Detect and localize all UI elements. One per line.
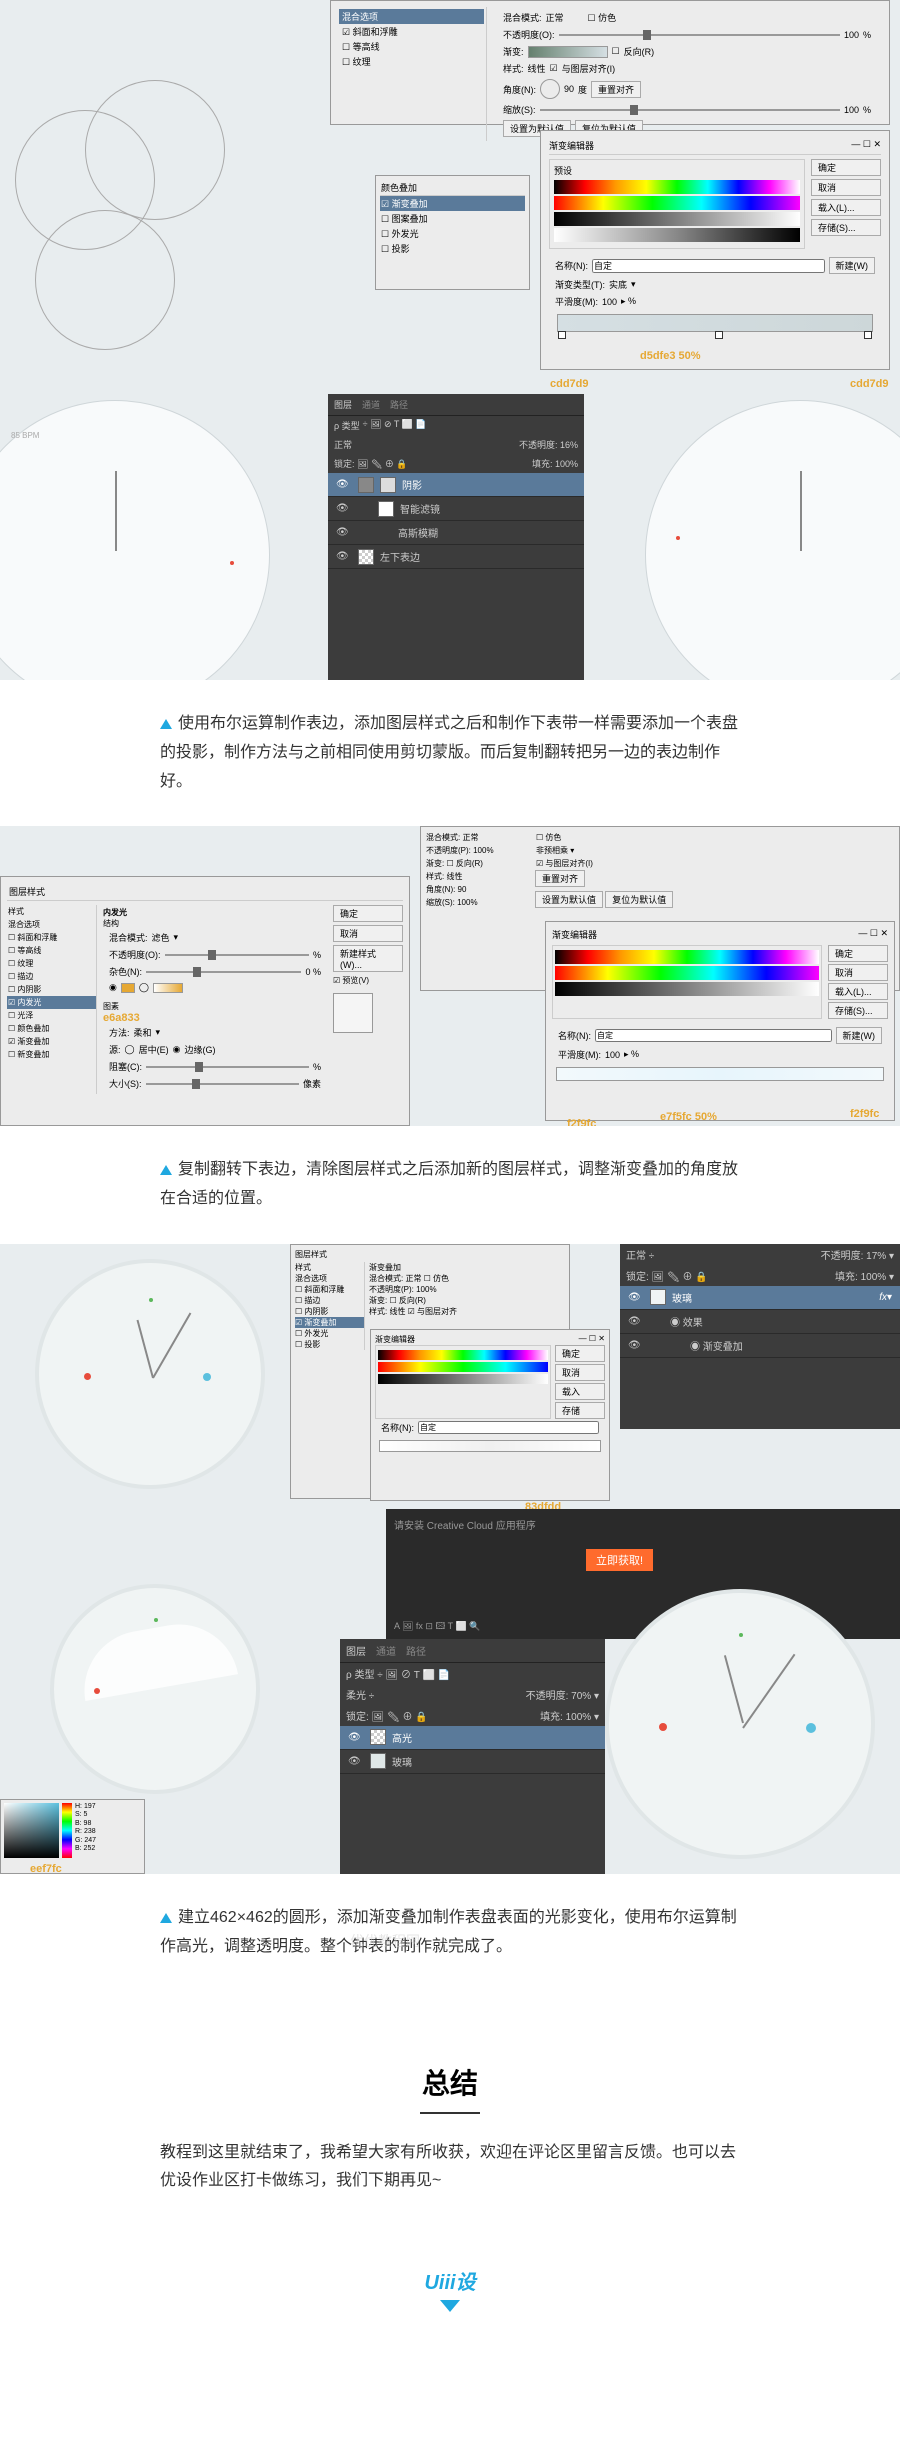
watch-face-right (645, 400, 900, 680)
channels-tab[interactable]: 通道 (362, 398, 380, 411)
cancel-button[interactable]: 取消 (811, 179, 881, 196)
watch-top-left (35, 1259, 265, 1489)
watch-bottom-right (605, 1589, 875, 1859)
footer: Uiii设 (0, 2226, 900, 2437)
style-list-panel: 颜色叠加 ☑ 渐变叠加 ☐ 图案叠加 ☐ 外发光 ☐ 投影 (375, 175, 530, 290)
color-label-cdd7d9-l: cdd7d9 (550, 378, 589, 390)
footer-logo: Uiii设 (0, 2266, 900, 2295)
layer-glass-2[interactable]: 👁 玻璃 (340, 1750, 605, 1774)
paths-tab[interactable]: 路径 (390, 398, 408, 411)
text-block-2: 复制翻转下表边，清除图层样式之后添加新的图层样式，调整渐变叠加的角度放在合适的位… (0, 1126, 900, 1244)
layers-panel: 图层 通道 路径 ρ 类型 ÷ 🖼 ⊘ T ⬜ 📄 正常 不透明度: 16% 锁… (328, 394, 584, 680)
gradient-editor-2: 渐变编辑器— ☐ ✕ 确定取消载入(L)...存储(S)... 名称(N): 新… (545, 921, 895, 1121)
color-label-cdd7d9-r: cdd7d9 (850, 378, 889, 390)
text-block-1: 使用布尔运算制作表边，添加图层样式之后和制作下表带一样需要添加一个表盘的投影，制… (0, 680, 900, 826)
layers-panel-3b: 图层 通道 路径 ρ 类型 ÷ 🖼 ⊘ T ⬜ 📄 柔光 ÷ 不透明度: 70%… (340, 1639, 605, 1874)
text-block-3: 建立462×462的圆形，添加渐变叠加制作表盘表面的光影变化，使用布尔运算制作高… (0, 1874, 900, 1992)
watch-face-left: 85 BPM (0, 400, 270, 680)
color-label-d5dfe3: d5dfe3 50% (640, 350, 701, 362)
color-picker: H: 197S: 5B: 98 R: 238G: 247B: 252 (0, 1799, 145, 1874)
layer-smart[interactable]: 👁 智能滤镜 (328, 497, 584, 521)
section1-image: 65806e 混合选项 ☑ 斜面和浮雕 ☐ 等高线 ☐ 纹理 混合模式:正常 ☐… (0, 0, 900, 680)
ok-button[interactable]: 确定 (811, 159, 881, 176)
summary-underline (420, 2112, 480, 2114)
layer-shadow[interactable]: 👁 阴影 (328, 473, 584, 497)
section3-image: 图层样式 样式混合选项☐ 斜面和浮雕☐ 描边☐ 内阴影 ☑ 渐变叠加☐ 外发光☐… (0, 1244, 900, 1874)
circle-sketch (15, 50, 215, 250)
triangle-marker (160, 1165, 172, 1175)
watch-bottom-left (50, 1584, 260, 1794)
load-button[interactable]: 载入(L)... (811, 199, 881, 216)
summary-title: 总结 (0, 2042, 900, 2112)
summary-section: 总结 教程到这里就结束了，我希望大家有所收获，欢迎在评论区里留言反馈。也可以去优… (0, 1992, 900, 2227)
triangle-marker (160, 719, 172, 729)
down-triangle-icon (440, 2300, 460, 2312)
layers-tab[interactable]: 图层 (334, 398, 352, 411)
layer-style-panel-top: 混合选项 ☑ 斜面和浮雕 ☐ 等高线 ☐ 纹理 混合模式:正常 ☐ 仿色 不透明… (330, 0, 890, 125)
section2-image: 图层样式 样式 混合选项 ☐ 斜面和浮雕 ☐ 等高线 ☐ 纹理 ☐ 描边 ☐ 内… (0, 826, 900, 1126)
install-now-button[interactable]: 立即获取! (586, 1549, 653, 1571)
layer-highlight[interactable]: 👁 高光 (340, 1726, 605, 1750)
triangle-marker (160, 1913, 172, 1923)
layer-effects[interactable]: 👁◉ 效果 (620, 1310, 900, 1334)
window-controls[interactable]: — ☐ ✕ (851, 139, 881, 152)
save-button[interactable]: 存储(S)... (811, 219, 881, 236)
gradient-editor-panel: 渐变编辑器 — ☐ ✕ 预设 确定 取消 载入(L)... 存储(S)... 名… (540, 130, 890, 370)
layer-left-edge[interactable]: 👁 左下表边 (328, 545, 584, 569)
layer-grad-overlay[interactable]: 👁◉ 渐变叠加 (620, 1334, 900, 1358)
layers-panel-3a: 正常 ÷ 不透明度: 17% ▾ 锁定: 🖼 ✏ ⊕ 🔒 填充: 100% ▾ … (620, 1244, 900, 1429)
layer-gauss[interactable]: 👁高斯模糊 (328, 521, 584, 545)
gradient-name-input[interactable] (592, 259, 825, 273)
gradient-editor-title: 渐变编辑器 (549, 139, 594, 152)
layer-glass[interactable]: 👁 玻璃 fx ▾ (620, 1286, 900, 1310)
layer-style-panel-2: 图层样式 样式 混合选项 ☐ 斜面和浮雕 ☐ 等高线 ☐ 纹理 ☐ 描边 ☐ 内… (0, 876, 410, 1126)
gradient-editor-3: 渐变编辑器— ☐ ✕ 确定取消载入存储 名称(N): (370, 1329, 610, 1501)
